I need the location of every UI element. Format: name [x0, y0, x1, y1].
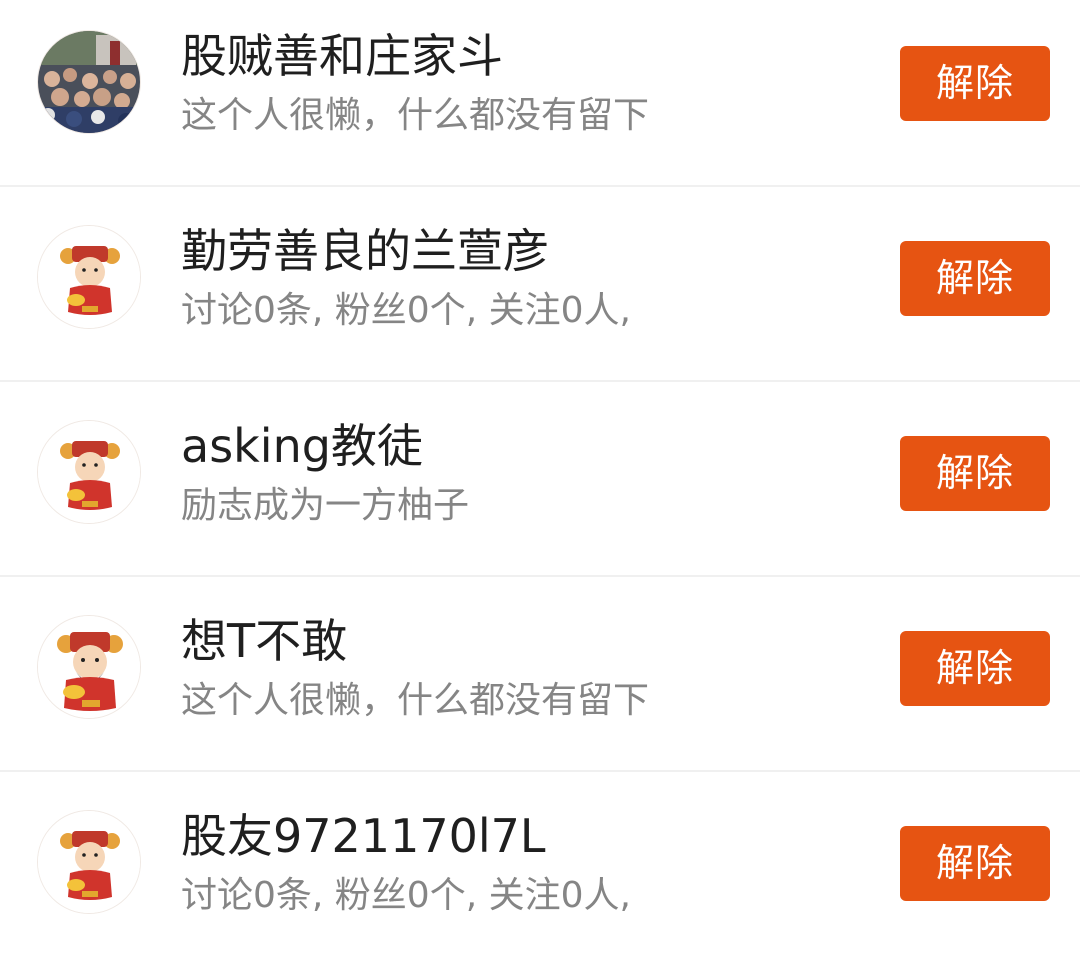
user-name[interactable]: 股贼善和庄家斗 — [181, 28, 503, 84]
user-description: 讨论0条, 粉丝0个, 关注0人, — [181, 290, 631, 331]
user-name[interactable]: 股友9721170l7L — [181, 808, 546, 864]
avatar[interactable] — [37, 420, 141, 524]
unblock-button[interactable]: 解除 — [900, 241, 1050, 316]
list-item[interactable]: 股贼善和庄家斗 这个人很懒，什么都没有留下 解除 — [0, 0, 1080, 187]
unblock-button[interactable]: 解除 — [900, 46, 1050, 121]
avatar[interactable] — [37, 225, 141, 329]
user-description: 这个人很懒，什么都没有留下 — [181, 95, 650, 136]
list-item[interactable]: 想T不敢 这个人很懒，什么都没有留下 解除 — [0, 577, 1080, 772]
crowd-photo-avatar — [38, 31, 140, 133]
user-name[interactable]: 勤劳善良的兰萱彦 — [181, 223, 549, 279]
unblock-button[interactable]: 解除 — [900, 436, 1050, 511]
avatar[interactable] — [37, 30, 141, 134]
user-description: 励志成为一方柚子 — [181, 485, 470, 526]
user-description: 讨论0条, 粉丝0个, 关注0人, — [181, 875, 631, 916]
list-item[interactable]: 股友9721170l7L 讨论0条, 粉丝0个, 关注0人, 解除 — [0, 772, 1080, 967]
list-item[interactable]: 勤劳善良的兰萱彦 讨论0条, 粉丝0个, 关注0人, 解除 — [0, 187, 1080, 382]
avatar[interactable] — [37, 615, 141, 719]
fortune-god-avatar — [38, 811, 140, 913]
user-name[interactable]: 想T不敢 — [181, 613, 347, 669]
fortune-god-avatar — [38, 616, 140, 718]
unblock-button[interactable]: 解除 — [900, 631, 1050, 706]
user-name[interactable]: asking教徒 — [181, 418, 423, 474]
avatar[interactable] — [37, 810, 141, 914]
unblock-button[interactable]: 解除 — [900, 826, 1050, 901]
user-description: 这个人很懒，什么都没有留下 — [181, 680, 650, 721]
list-item[interactable]: asking教徒 励志成为一方柚子 解除 — [0, 382, 1080, 577]
fortune-god-avatar — [38, 226, 140, 328]
blocked-user-list: 股贼善和庄家斗 这个人很懒，什么都没有留下 解除 勤劳善良的兰萱彦 讨论0条, … — [0, 0, 1080, 963]
fortune-god-avatar — [38, 421, 140, 523]
